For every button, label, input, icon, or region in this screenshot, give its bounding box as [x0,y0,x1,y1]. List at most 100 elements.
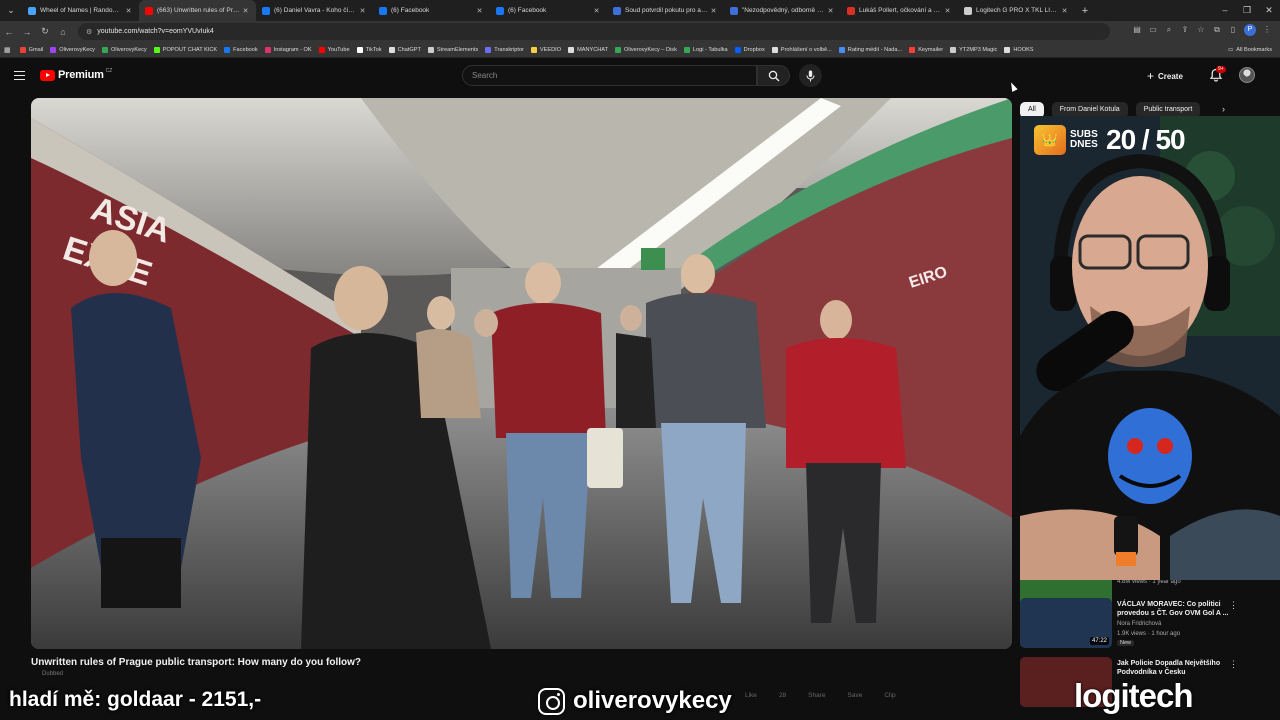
video-action[interactable]: Like [745,692,757,699]
more-actions-icon[interactable]: ⋮ [1229,600,1238,611]
maximize-icon[interactable]: ❐ [1236,0,1258,21]
back-icon[interactable]: ← [0,27,18,37]
tab-close-icon[interactable]: ✕ [475,7,484,15]
bookmark-item[interactable]: Gmail [19,46,43,53]
extensions-area: ▤ ▭ ⌕ ⇪ ☆ ⧉ ▯ P ⋮ [1132,24,1272,36]
video-action[interactable]: Share [808,692,825,699]
browser-tab[interactable]: (663) Unwritten rules of Prague ✕ [139,0,256,21]
bookmark-item[interactable]: Facebook [224,46,258,53]
recommendation-item[interactable]: 47:22 VÁCLAV MORAVEC: Co politici provedo… [1020,598,1260,648]
bookmark-item[interactable]: ChatGPT [388,46,421,53]
bookmark-label: Instagram - OK [273,46,312,53]
bookmark-label: YT2MP3 Magic [959,46,998,53]
window-controls: – ❐ ✕ [1214,0,1280,21]
video-player[interactable]: ASIA EXPE EIRO [31,98,1012,649]
subs-goal-count: 20 / 50 [1106,124,1186,155]
bookmark-item[interactable]: OliverovyKecy – Disk [615,46,677,53]
browser-tab[interactable]: (6) Daniel Vavra - Koho číst a s ✕ [256,0,373,21]
bookmark-item[interactable]: Dropbox [734,46,765,53]
instagram-handle: oliverovykecy [573,687,732,714]
tab-close-icon[interactable]: ✕ [826,7,835,15]
recommendation-thumbnail[interactable]: 47:22 [1020,598,1112,648]
reload-icon[interactable]: ↻ [36,26,54,37]
tab-close-icon[interactable]: ✕ [358,7,367,15]
search-input[interactable]: Search [462,65,757,86]
bookmark-item[interactable]: POPOUT CHAT KICK [153,46,218,53]
bookmark-item[interactable]: Logi - Tabulka [683,46,728,53]
address-bar[interactable]: ⚙ youtube.com/watch?v=eomYVUvIuk4 [78,23,1110,40]
voice-search-button[interactable] [799,64,822,87]
translate-icon[interactable]: ▤ [1132,25,1142,35]
tab-close-icon[interactable]: ✕ [1060,7,1069,15]
video-action[interactable]: 28 [779,692,786,699]
account-avatar[interactable] [1239,67,1255,83]
bookmark-item[interactable]: Prohlášení o volbě... [771,46,832,53]
tab-favicon-icon [28,6,36,15]
browser-tab[interactable]: Lukáš Pollert, očkování a mutac ✕ [841,0,958,21]
create-button[interactable]: + Create [1147,67,1183,85]
streamer-webcam: 👑 SUBS DNES 20 / 50 [1020,116,1280,580]
zoom-icon[interactable]: ⌕ [1164,25,1174,35]
bookmark-item[interactable]: OliverovyKecy [101,46,147,53]
site-info-icon[interactable]: ⚙ [86,28,92,36]
tab-close-icon[interactable]: ✕ [943,7,952,15]
bookmark-item[interactable]: TikTok [356,46,382,53]
bookmark-favicon-icon [356,46,363,53]
youtube-play-icon [40,69,55,81]
share-icon[interactable]: ⇪ [1180,25,1190,35]
video-action[interactable]: Save [848,692,863,699]
cast-icon[interactable]: ▭ [1148,25,1158,35]
all-bookmarks[interactable]: ▭ All Bookmarks [1228,42,1272,58]
video-action[interactable]: Clip [884,692,895,699]
tab-close-icon[interactable]: ✕ [709,7,718,15]
donation-ticker: hladí mě: goldaar - 2151,- [9,688,262,711]
bookmark-item[interactable]: VEEDIO [530,46,561,53]
bookmark-item[interactable]: MANYCHAT [568,46,608,53]
browser-tab-strip: ⌄ Wheel of Names | Random nam ✕ (663) Unwr… [0,0,1280,21]
bookmark-favicon-icon [50,46,57,53]
youtube-logo[interactable]: Premium CZ [40,68,112,81]
bookmark-item[interactable]: Instagram - OK [264,46,312,53]
bookmark-star-icon[interactable]: ☆ [1196,25,1206,35]
bookmark-item[interactable]: YT2MP3 Magic [950,46,998,53]
recommendation-title[interactable]: VÁCLAV MORAVEC: Co politici provedou s Č… [1117,600,1237,618]
browser-tab[interactable]: Wheel of Names | Random nam ✕ [22,0,139,21]
bookmark-item[interactable]: OliverovyKecy [50,46,95,53]
minimize-icon[interactable]: – [1214,0,1236,21]
search-icon [768,70,779,81]
close-window-icon[interactable]: ✕ [1258,0,1280,21]
tab-close-icon[interactable]: ✕ [241,7,250,15]
youtube-masthead: Premium CZ Search + Create 9+ [0,58,1280,94]
tab-title: (6) Facebook [391,7,430,14]
bookmark-item[interactable]: HOOKS [1004,46,1034,53]
browser-tab[interactable]: (6) Facebook ✕ [373,0,490,21]
home-icon[interactable]: ⌂ [54,27,72,37]
bookmark-item[interactable]: Keymailer [909,46,943,53]
recommendation-title[interactable]: Jak Policie Dopadla Největšího Podvodník… [1117,659,1237,677]
chips-next-icon[interactable]: › [1222,104,1225,114]
notification-badge: 9+ [1216,66,1226,73]
browser-tab[interactable]: Soud potvrdil pokutu pro advo ✕ [607,0,724,21]
sidebar-icon[interactable]: ▯ [1228,25,1238,35]
apps-grid-icon[interactable]: ▦ [4,46,11,54]
tab-search-icon[interactable]: ⌄ [0,0,22,21]
forward-icon[interactable]: → [18,27,36,37]
browser-tab[interactable]: Logitech G PRO X TKL LIGHTSP✕ [958,0,1075,21]
bookmark-item[interactable]: YouTube [318,46,350,53]
new-tab-button[interactable]: + [1075,5,1095,17]
bookmark-label: POPOUT CHAT KICK [162,46,218,53]
browser-tab[interactable]: "Nezodpovědný, odborně nezp ✕ [724,0,841,21]
profile-avatar[interactable]: P [1244,24,1256,36]
bookmark-item[interactable]: Rating médií - Nada... [838,46,902,53]
bookmark-item[interactable]: StreamElements [427,46,478,53]
browser-tab[interactable]: (6) Facebook ✕ [490,0,607,21]
tab-close-icon[interactable]: ✕ [592,7,601,15]
menu-kebab-icon[interactable]: ⋮ [1262,25,1272,35]
bookmark-item[interactable]: Transkriptor [485,46,524,53]
bookmark-label: ChatGPT [397,46,421,53]
tab-close-icon[interactable]: ✕ [124,7,133,15]
more-actions-icon[interactable]: ⋮ [1229,659,1238,670]
extensions-icon[interactable]: ⧉ [1212,25,1222,35]
search-button[interactable] [757,65,790,86]
guide-menu-icon[interactable] [14,71,25,80]
